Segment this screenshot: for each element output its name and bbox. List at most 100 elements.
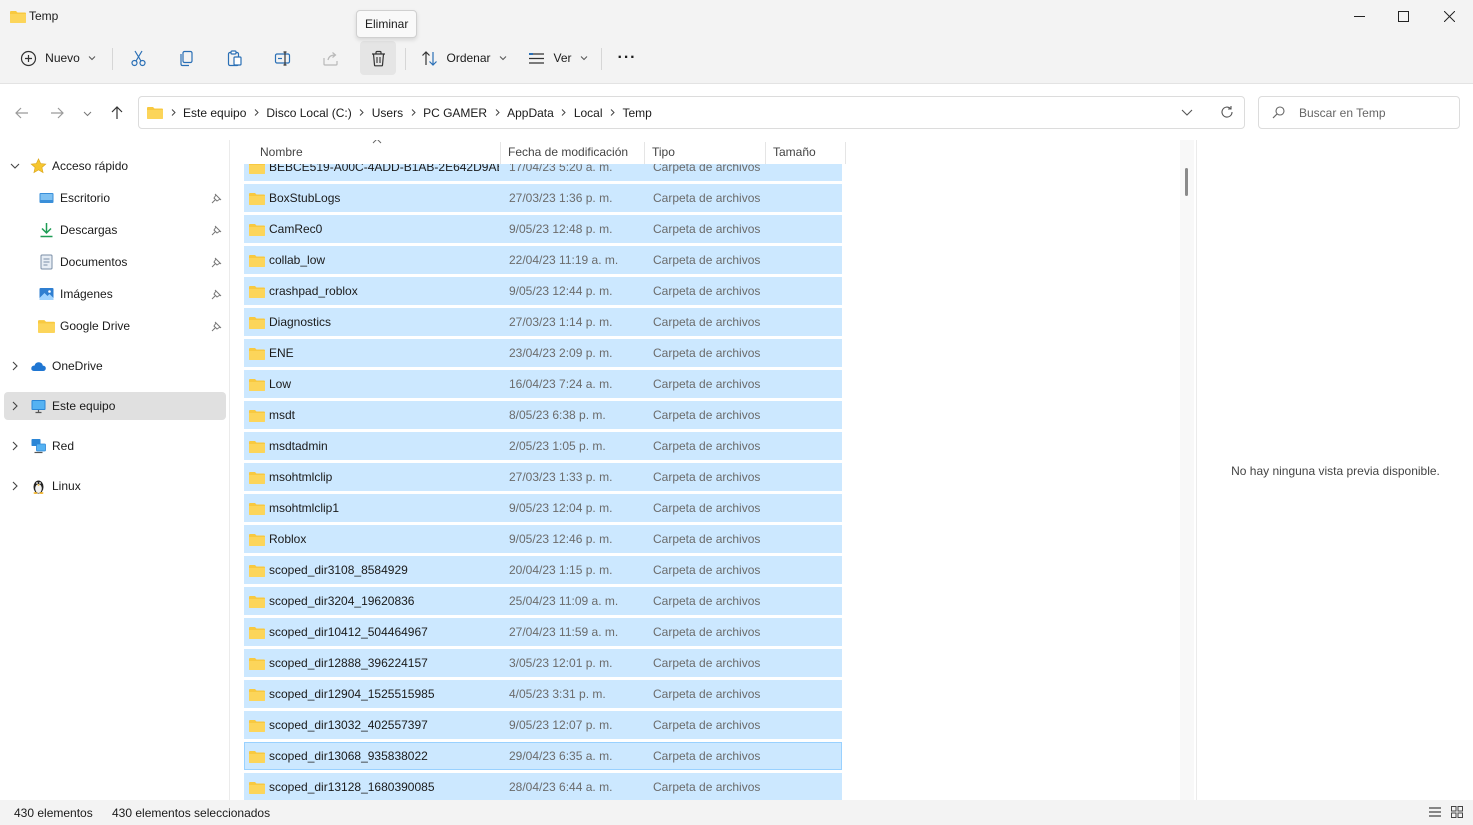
file-rows: BEBCE519-A00C-4ADD-B1AB-2E642D9AB... 17/0… [244, 164, 842, 800]
breadcrumb-local[interactable]: Local [570, 106, 607, 120]
column-divider[interactable] [500, 142, 501, 164]
folder-icon [249, 378, 265, 391]
column-divider[interactable] [644, 142, 645, 164]
table-row[interactable]: msdtadmin 2/05/23 1:05 p. m. Carpeta de ar… [244, 432, 842, 460]
file-date: 25/04/23 11:09 a. m. [509, 594, 619, 608]
recent-locations-button[interactable] [75, 100, 99, 126]
breadcrumb-temp[interactable]: Temp [619, 106, 656, 120]
breadcrumb-este-equipo[interactable]: Este equipo [179, 106, 250, 120]
chevron-right-icon[interactable] [10, 361, 20, 371]
table-row[interactable]: scoped_dir12888_396224157 3/05/23 12:01 p… [244, 649, 842, 677]
table-row[interactable]: crashpad_roblox 9/05/23 12:44 p. m. Carpet… [244, 277, 842, 305]
pin-icon[interactable] [211, 321, 222, 332]
breadcrumb-disco-local[interactable]: Disco Local (C:) [262, 106, 355, 120]
chevron-right-icon[interactable] [10, 441, 20, 451]
column-divider[interactable] [845, 142, 846, 164]
chevron-down-icon[interactable] [1180, 105, 1194, 119]
vertical-scrollbar[interactable] [1180, 140, 1194, 800]
folder-icon [249, 409, 265, 422]
minimize-button[interactable] [1336, 0, 1382, 32]
copy-button[interactable] [170, 41, 202, 75]
column-header-date[interactable]: Fecha de modificación [508, 140, 628, 164]
chevron-right-icon[interactable] [558, 109, 570, 116]
folder-icon [249, 564, 265, 577]
tiles-view-icon[interactable] [1450, 805, 1464, 819]
breadcrumb-pc-gamer[interactable]: PC GAMER [419, 106, 491, 120]
chevron-right-icon[interactable] [167, 109, 179, 116]
rename-button[interactable] [266, 41, 298, 75]
sidebar-item-desktop[interactable]: Escritorio [4, 184, 226, 212]
pin-icon[interactable] [211, 257, 222, 268]
pin-icon[interactable] [211, 193, 222, 204]
table-row[interactable]: msdt 8/05/23 6:38 p. m. Carpeta de archivo… [244, 401, 842, 429]
table-row[interactable]: scoped_dir13068_935838022 29/04/23 6:35 a… [244, 742, 842, 770]
cut-button[interactable] [122, 41, 154, 75]
sidebar-item-label: Escritorio [60, 191, 111, 205]
table-row[interactable]: msohtmlclip1 9/05/23 12:04 p. m. Carpeta d… [244, 494, 842, 522]
pin-icon[interactable] [211, 289, 222, 300]
chevron-down-icon[interactable] [10, 161, 20, 171]
forward-button[interactable] [44, 100, 70, 126]
breadcrumb-appdata[interactable]: AppData [503, 106, 558, 120]
sidebar-item-linux[interactable]: Linux [4, 472, 226, 500]
table-row[interactable]: Diagnostics 27/03/23 1:14 p. m. Carpeta de… [244, 308, 842, 336]
address-bar[interactable]: Este equipo Disco Local (C:) Users PC GA… [138, 96, 1245, 129]
chevron-right-icon[interactable] [10, 401, 20, 411]
table-row[interactable]: scoped_dir10412_504464967 27/04/23 11:59 … [244, 618, 842, 646]
share-icon [322, 51, 338, 66]
table-row[interactable]: collab_low 22/04/23 11:19 a. m. Carpeta de… [244, 246, 842, 274]
share-button[interactable] [314, 41, 346, 75]
column-divider[interactable] [765, 142, 766, 164]
delete-button[interactable] [360, 41, 396, 75]
chevron-right-icon[interactable] [10, 481, 20, 491]
table-row[interactable]: msohtmlclip 27/03/23 1:33 p. m. Carpeta de… [244, 463, 842, 491]
sidebar-item-this-pc[interactable]: Este equipo [4, 392, 226, 420]
more-options-button[interactable]: ··· [610, 41, 644, 75]
details-view-icon[interactable] [1428, 805, 1442, 819]
table-row[interactable]: BEBCE519-A00C-4ADD-B1AB-2E642D9AB... 17/0… [244, 164, 842, 181]
chevron-right-icon[interactable] [407, 109, 419, 116]
close-button[interactable] [1426, 0, 1472, 32]
search-box[interactable] [1258, 96, 1460, 129]
pin-icon[interactable] [211, 225, 222, 236]
table-row[interactable]: scoped_dir13032_402557397 9/05/23 12:07 p… [244, 711, 842, 739]
maximize-button[interactable] [1380, 0, 1426, 32]
breadcrumb-users[interactable]: Users [368, 106, 407, 120]
chevron-right-icon[interactable] [607, 109, 619, 116]
chevron-right-icon[interactable] [491, 109, 503, 116]
sidebar-item-pictures[interactable]: Imágenes [4, 280, 226, 308]
table-row[interactable]: scoped_dir12904_1525515985 4/05/23 3:31 p… [244, 680, 842, 708]
sidebar-item-google-drive[interactable]: Google Drive [4, 312, 226, 340]
sidebar-item-label: Este equipo [52, 399, 116, 413]
table-row[interactable]: BoxStubLogs 27/03/23 1:36 p. m. Carpeta de… [244, 184, 842, 212]
folder-icon [249, 688, 265, 701]
view-button[interactable]: Ver [522, 41, 594, 75]
column-header-type[interactable]: Tipo [652, 140, 675, 164]
back-button[interactable] [9, 100, 35, 126]
sidebar-item-quick-access[interactable]: Acceso rápido [4, 152, 226, 180]
paste-button[interactable] [218, 41, 250, 75]
table-row[interactable]: scoped_dir13128_1680390085 28/04/23 6:44 … [244, 773, 842, 800]
new-button[interactable]: Nuevo [14, 41, 102, 75]
scrollbar-thumb[interactable] [1185, 168, 1188, 196]
table-row[interactable]: scoped_dir3108_8584929 20/04/23 1:15 p. m… [244, 556, 842, 584]
sidebar-item-documents[interactable]: Documentos [4, 248, 226, 276]
column-header-name[interactable]: Nombre [260, 140, 303, 164]
sidebar-item-network[interactable]: Red [4, 432, 226, 460]
refresh-icon[interactable] [1220, 105, 1234, 119]
chevron-right-icon[interactable] [250, 109, 262, 116]
sort-button[interactable]: Ordenar [414, 41, 514, 75]
search-input[interactable] [1299, 105, 1449, 120]
table-row[interactable]: ENE 23/04/23 2:09 p. m. Carpeta de archivo… [244, 339, 842, 367]
sidebar-item-downloads[interactable]: Descargas [4, 216, 226, 244]
sidebar-item-onedrive[interactable]: OneDrive [4, 352, 226, 380]
command-bar: Nuevo Ordenar Ver ··· [0, 32, 1473, 84]
table-row[interactable]: Low 16/04/23 7:24 a. m. Carpeta de archivo… [244, 370, 842, 398]
table-row[interactable]: scoped_dir3204_19620836 25/04/23 11:09 a.… [244, 587, 842, 615]
column-header-size[interactable]: Tamaño [773, 140, 816, 164]
chevron-right-icon[interactable] [356, 109, 368, 116]
table-row[interactable]: Roblox 9/05/23 12:46 p. m. Carpeta de arch… [244, 525, 842, 553]
up-button[interactable] [104, 100, 130, 126]
file-type: Carpeta de archivos [653, 408, 761, 422]
table-row[interactable]: CamRec0 9/05/23 12:48 p. m. Carpeta de arc… [244, 215, 842, 243]
